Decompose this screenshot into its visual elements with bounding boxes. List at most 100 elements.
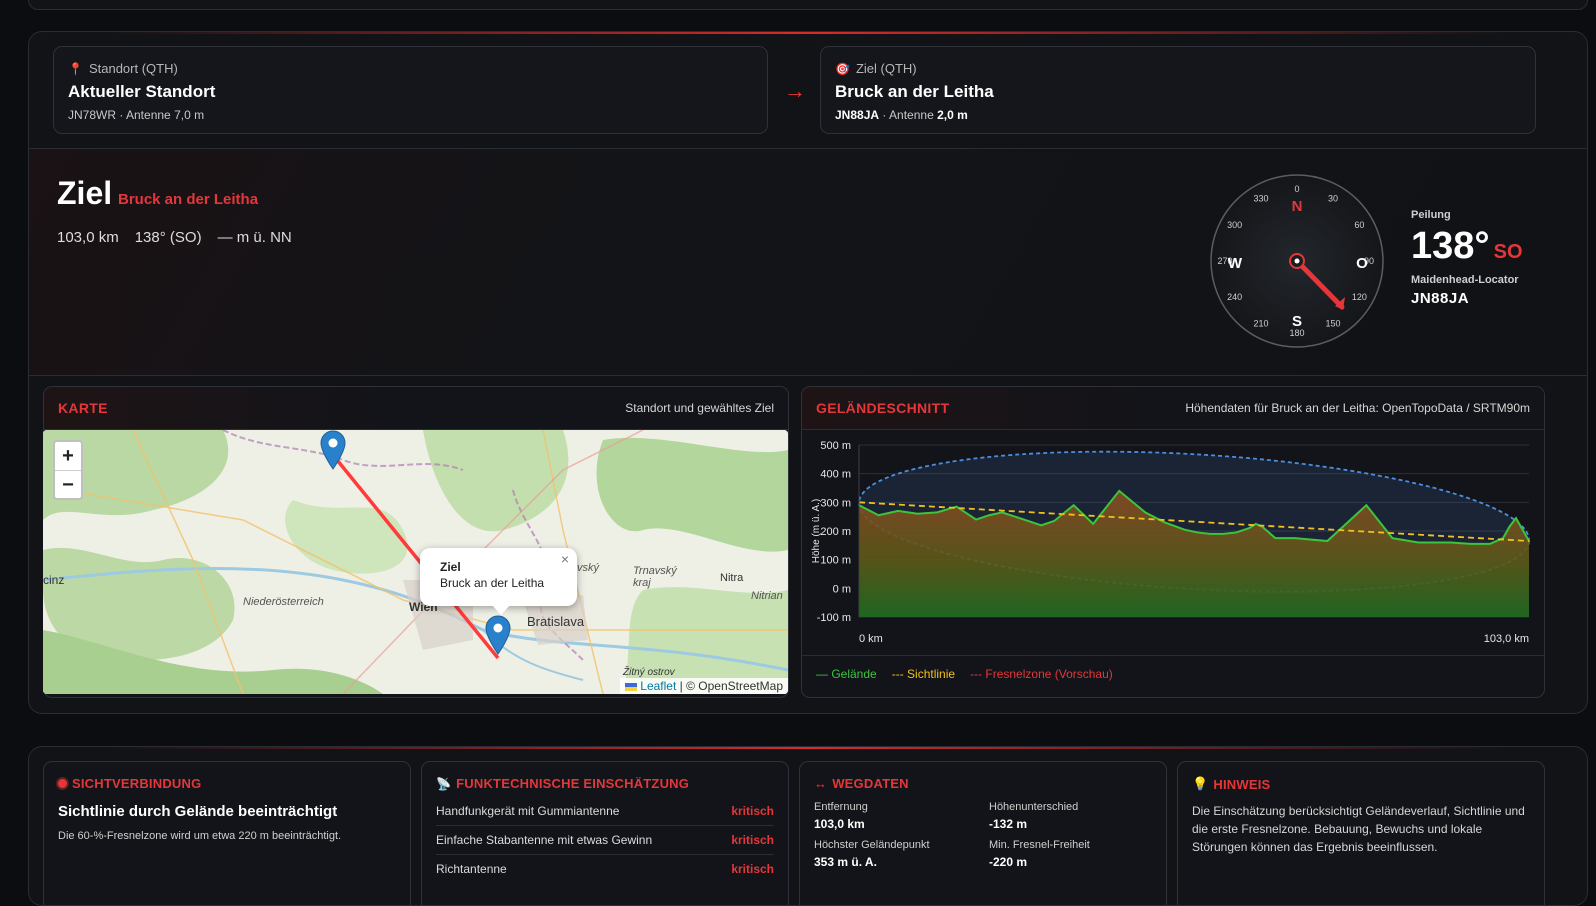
legend-fresnel: --- Fresnelzone (Vorschau) (970, 667, 1113, 681)
map-view[interactable]: Niederösterreich Wien Bratislava Nitra T… (43, 430, 788, 694)
qth-from-title: Aktueller Standort (68, 82, 216, 101)
bearing-block: Peilung 138° SO Maidenhead-Locator JN88JA (1411, 209, 1523, 307)
compass-tick-label: 240 (1227, 292, 1242, 302)
y-tick-label: 200 m (820, 526, 851, 538)
map-label-bratislava: Bratislava (527, 614, 585, 629)
y-axis-label: Höhe (m ü. A.) (811, 499, 822, 563)
locator-label: Maidenhead-Locator (1411, 274, 1519, 286)
height-diff-value: -132 m (989, 817, 1028, 831)
popup-close-icon[interactable]: × (561, 551, 569, 567)
radio-row-value: kritisch (731, 862, 774, 876)
status-dot-icon (58, 779, 67, 788)
osm-attribution: | © OpenStreetMap (676, 679, 783, 693)
y-tick-label: 400 m (820, 469, 851, 481)
bearing-value: 138° (1411, 225, 1490, 267)
highest-point-label: Höchster Geländepunkt (814, 839, 930, 851)
y-tick-label: 0 m (833, 583, 851, 595)
bearing-dir: SO (1493, 241, 1523, 263)
hero-distance: 103,0 km (57, 229, 119, 246)
qth-to-label: Ziel (QTH) (855, 61, 917, 76)
antenna-icon: 📡 (436, 776, 452, 791)
map-popup: Ziel Bruck an der Leitha × (420, 548, 577, 615)
map-label-nitra: Nitra (720, 572, 744, 584)
compass-s: S (1292, 313, 1302, 330)
hero-bearing: 138° (SO) (134, 229, 202, 246)
path-cell-distance: Entfernung 103,0 km (814, 801, 989, 831)
terrain-card: GELÄNDESCHNITT Höhendaten für Bruck an d… (801, 386, 1545, 698)
radio-row-label: Handfunkgerät mit Gummiantenne (436, 804, 620, 818)
terrain-title: GELÄNDESCHNITT (816, 400, 950, 416)
terrain-chart: 500 m 400 m 300 m 200 m 100 m 0 m -100 m Höhe (… (811, 440, 1530, 645)
compass-tick-label: 150 (1325, 318, 1340, 328)
map-attribution: Leaflet | © OpenStreetMap (619, 678, 788, 694)
qth-from-antenna: 7,0 m (174, 108, 205, 122)
target-panel: 📍 Standort (QTH) Aktueller Standort JN78W… (28, 31, 1588, 714)
map-marker-target-icon[interactable] (485, 615, 511, 655)
radio-rows: Handfunkgerät mit Gummiantenne kritisch E… (436, 797, 774, 883)
arrows-horizontal-icon: ↔ (814, 776, 828, 791)
hint-text: Die Einschätzung berücksichtigt Geländev… (1192, 804, 1525, 854)
y-tick-label: 100 m (820, 555, 851, 567)
radio-row-value: kritisch (731, 833, 774, 847)
path-title: WEGDATEN (832, 776, 909, 791)
hero-subtitle: Bruck an der Leitha (118, 191, 259, 208)
radio-row-label: Einfache Stabantenne mit etwas Gewinn (436, 833, 653, 847)
legend-divider (802, 655, 1544, 656)
fresnel-clearance-label: Min. Fresnel-Freiheit (989, 839, 1090, 851)
popup-subtitle: Bruck an der Leitha (440, 576, 545, 590)
pin-icon: 📍 (68, 61, 83, 76)
ukraine-flag-icon (624, 682, 637, 691)
map-marker-start-icon[interactable] (320, 430, 346, 470)
sight-text: Die 60-%-Fresnelzone wird um etwa 220 m … (58, 830, 342, 842)
compass-tick-label: 0 (1294, 184, 1299, 194)
hero-title: Ziel (57, 175, 113, 211)
highest-point-value: 353 m ü. A. (814, 855, 877, 869)
radio-title: FUNKTECHNISCHE EINSCHÄTZUNG (456, 776, 690, 791)
zoom-control: + − (53, 440, 83, 500)
legend-los: --- Sichtlinie (891, 667, 956, 681)
path-grid: Entfernung 103,0 km Höhenunterschied -132 … (814, 801, 1152, 869)
terrain-legend: — Gelände --- Sichtlinie --- Fresnelzone… (816, 667, 1113, 681)
zoom-out-button[interactable]: − (55, 470, 81, 498)
path-cell-fresnel: Min. Fresnel-Freiheit -220 m (989, 839, 1149, 869)
radio-card: 📡 FUNKTECHNISCHE EINSCHÄTZUNG Handfunkger… (421, 761, 789, 905)
qth-to-antenna: 2,0 m (937, 108, 968, 122)
map-subtitle: Standort und gewähltes Ziel (625, 401, 774, 415)
map-label-cinz: cinz (43, 573, 65, 587)
y-tick-label: -100 m (817, 612, 851, 624)
compass-hub-dot (1294, 258, 1300, 264)
map-title: KARTE (58, 400, 108, 416)
arrow-right-icon: → (784, 78, 806, 103)
top-panel-edge (28, 0, 1588, 10)
assessment-panel: SICHTVERBINDUNG Sichtlinie durch Gelände… (28, 746, 1588, 906)
qth-to-locator: JN88JA (835, 108, 880, 122)
path-cell-height: Höhenunterschied -132 m (989, 801, 1149, 831)
compass-w: W (1228, 255, 1243, 272)
radio-row: Richtantenne kritisch (436, 855, 774, 883)
distance-label: Entfernung (814, 801, 868, 813)
compass: 0306090120150180210240270300330 N O S W (1210, 174, 1384, 348)
qth-to-sub: · Antenne (879, 108, 938, 122)
qth-to-title: Bruck an der Leitha (835, 82, 994, 101)
fresnel-clearance-value: -220 m (989, 855, 1028, 869)
y-tick-label: 300 m (820, 497, 851, 509)
compass-tick-label: 120 (1352, 292, 1367, 302)
qth-row: 📍 Standort (QTH) Aktueller Standort JN78W… (53, 46, 1563, 134)
map-label-zitny: Žitný ostrov (623, 667, 675, 678)
map-label-niederoesterreich: Niederösterreich (243, 596, 324, 608)
qth-from-label: Standort (QTH) (88, 61, 178, 76)
compass-o: O (1356, 255, 1368, 272)
radio-row-label: Richtantenne (436, 862, 507, 876)
radio-row-value: kritisch (731, 804, 774, 818)
target-icon: 🎯 (835, 61, 850, 76)
path-cell-highest: Höchster Geländepunkt 353 m ü. A. (814, 839, 989, 869)
zoom-in-button[interactable]: + (55, 442, 81, 470)
radio-row: Einfache Stabantenne mit etwas Gewinn kri… (436, 826, 774, 855)
popup-title: Ziel (440, 560, 461, 574)
compass-tick-label: 60 (1354, 220, 1364, 230)
hero-elevation: — m ü. NN (217, 229, 292, 246)
leaflet-link[interactable]: Leaflet (640, 679, 676, 693)
hint-title: HINWEIS (1213, 776, 1271, 792)
legend-terrain: — Gelände (816, 667, 877, 681)
y-tick-label: 500 m (820, 440, 851, 452)
